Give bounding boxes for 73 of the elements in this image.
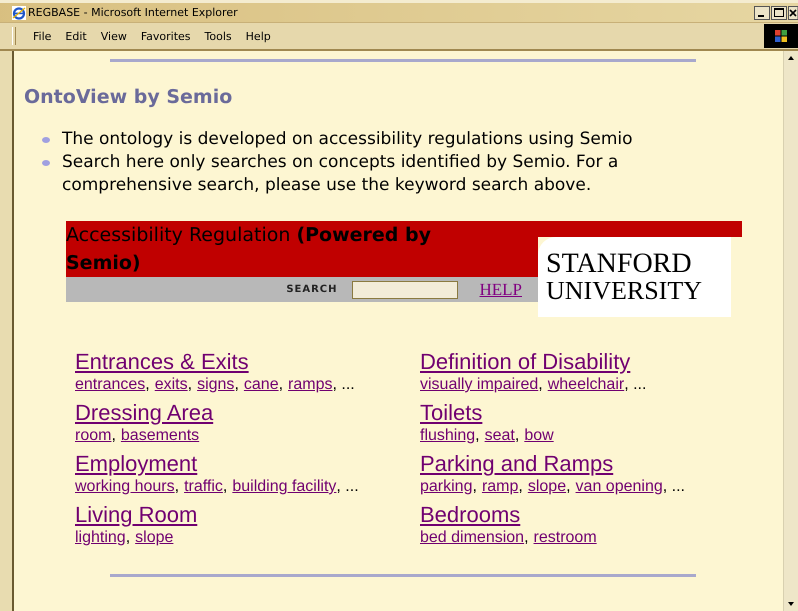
keyword-link[interactable]: cane	[244, 375, 279, 395]
keyword-link[interactable]: entrances	[75, 375, 146, 395]
menu-item[interactable]: Edit	[60, 28, 92, 44]
search-label: SEARCH	[286, 284, 338, 295]
keyword-link[interactable]: building facility	[232, 477, 336, 497]
keyword-link[interactable]: slope	[528, 477, 566, 497]
category-link[interactable]: Parking and Ramps	[420, 451, 614, 477]
minimize-button[interactable]	[754, 6, 770, 20]
keyword-separator: ,	[514, 426, 520, 446]
keyword-link[interactable]: restroom	[534, 528, 597, 548]
bullet-text: Search here only searches on concepts identified by Semio. For a comprehensive search, please use the keyword search above.	[62, 151, 620, 197]
keyword-link[interactable]: wheelchair	[548, 375, 624, 395]
menu-item[interactable]: View	[96, 28, 132, 44]
window-title: REGBASE - Microsoft Internet Explorer	[28, 6, 239, 19]
keyword-separator: ,	[518, 477, 523, 497]
menu-item[interactable]: File	[28, 28, 56, 44]
category-link[interactable]: Employment	[75, 451, 198, 477]
keyword-link[interactable]: seat	[484, 426, 515, 446]
keyword-separator: ,	[188, 375, 192, 395]
category-link[interactable]: Toilets	[420, 400, 482, 426]
scrollbar[interactable]	[783, 51, 798, 611]
keyword-separator: ,	[174, 477, 180, 497]
keyword-link[interactable]: parking	[420, 477, 472, 497]
keyword-separator: ,	[234, 375, 239, 395]
bullet-text: The ontology is developed on accessibility regulations using Semio	[62, 128, 634, 151]
keyword-link[interactable]: visually impaired	[420, 375, 538, 395]
category-link[interactable]: Living Room	[75, 502, 198, 528]
keyword-separator: ,	[566, 477, 571, 497]
help-link[interactable]: HELP	[480, 280, 522, 300]
keyword-link[interactable]: lighting	[75, 528, 126, 548]
category-link[interactable]: Definition of Disability	[420, 349, 630, 375]
search-field[interactable]	[352, 280, 458, 298]
university-logo: STANFORD UNIVERSITY	[538, 237, 731, 317]
keyword-link[interactable]: bow	[524, 426, 554, 446]
keyword-separator: ,	[278, 375, 284, 395]
keyword-separator: ,	[475, 426, 480, 446]
keyword-separator: , ...	[336, 477, 359, 497]
keyword-link[interactable]: basements	[120, 426, 200, 446]
keyword-separator: , ...	[624, 375, 646, 395]
keyword-link[interactable]: bed dimension	[420, 528, 524, 548]
keyword-separator: ,	[111, 426, 116, 446]
keyword-link[interactable]: ramps	[288, 375, 332, 395]
close-button[interactable]	[788, 6, 798, 20]
menu-item[interactable]: Tools	[200, 28, 237, 44]
keyword-link[interactable]: slope	[135, 528, 174, 548]
menu-item[interactable]: Favorites	[136, 28, 196, 44]
windows-logo-icon	[764, 24, 798, 48]
category-link[interactable]: Entrances & Exits	[75, 349, 249, 375]
keyword-link[interactable]: traffic	[184, 477, 223, 497]
bullet-icon	[42, 137, 50, 143]
bullet-icon	[42, 160, 50, 166]
keyword-link[interactable]: room	[75, 426, 112, 446]
keyword-link[interactable]: working hours	[75, 477, 175, 497]
keyword-link[interactable]: flushing	[420, 426, 476, 446]
category-link[interactable]: Bedrooms	[420, 502, 520, 528]
keyword-separator: ,	[472, 477, 477, 497]
keyword-separator: ,	[538, 375, 543, 395]
menu-item[interactable]: Help	[240, 28, 276, 44]
category-link[interactable]: Dressing Area	[75, 400, 214, 426]
keyword-separator: ,	[222, 477, 228, 497]
keyword-link[interactable]: signs	[197, 375, 234, 395]
keyword-link[interactable]: exits	[154, 375, 188, 395]
page-heading: OntoView by Semio	[24, 86, 234, 108]
keyword-separator: ,	[145, 375, 150, 395]
keyword-separator: ,	[524, 528, 529, 548]
keyword-link[interactable]: ramp	[482, 477, 518, 497]
keyword-separator: , ...	[332, 375, 355, 395]
keyword-link[interactable]: van opening	[576, 477, 663, 497]
browser-icon	[12, 6, 26, 20]
maximize-button[interactable]	[771, 6, 787, 20]
keyword-separator: , ...	[662, 477, 685, 497]
banner-title: Accessibility Regulation (Powered by Semio)	[66, 223, 432, 276]
keyword-separator: ,	[126, 528, 130, 548]
